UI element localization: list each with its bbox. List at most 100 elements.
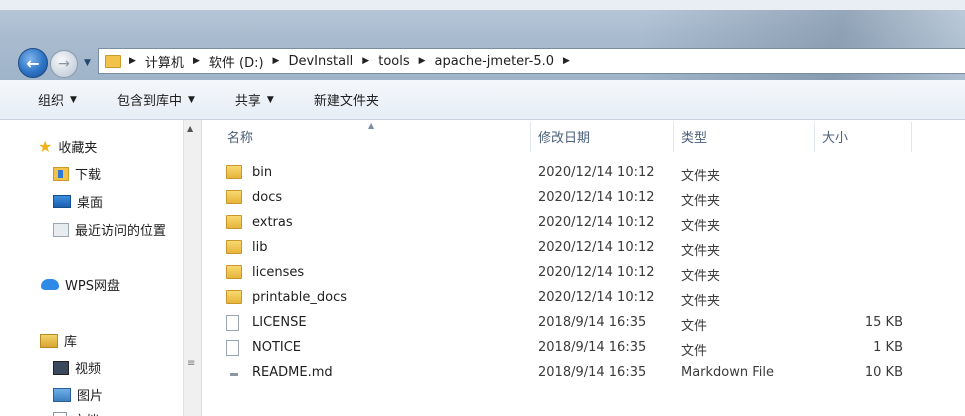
- chevron-right-icon[interactable]: ▶: [362, 56, 369, 66]
- sidebar-item-documents[interactable]: 文档: [53, 410, 99, 416]
- file-row[interactable]: NOTICE 2018/9/14 16:35 文件 1 KB: [203, 336, 965, 361]
- breadcrumb-devinstall[interactable]: DevInstall: [288, 54, 353, 69]
- file-list-view: ▲ 名称 修改日期 类型 大小 bin 2020/12/14 10:12 文件夹…: [203, 120, 965, 416]
- include-in-library-label: 包含到库中: [116, 94, 182, 109]
- file-date: 2020/12/14 10:12: [538, 240, 655, 255]
- column-header-size[interactable]: 大小: [822, 120, 848, 153]
- chevron-right-icon[interactable]: ▶: [563, 56, 570, 66]
- file-type: 文件: [681, 344, 708, 359]
- folder-icon: [226, 190, 242, 204]
- file-type: 文件夹: [681, 194, 721, 209]
- back-button[interactable]: ←: [18, 48, 48, 78]
- address-bar[interactable]: ▶ 计算机 ▶ 软件 (D:) ▶ DevInstall ▶ tools ▶ a…: [98, 48, 965, 74]
- column-name-label: 名称: [227, 131, 254, 146]
- organize-label: 组织: [38, 94, 65, 109]
- file-row[interactable]: extras 2020/12/14 10:12 文件夹: [203, 211, 965, 236]
- download-folder-icon: [53, 166, 69, 181]
- breadcrumb-tools[interactable]: tools: [378, 54, 409, 69]
- sidebar-item-pictures[interactable]: 图片: [53, 385, 103, 404]
- arrow-left-icon: ←: [26, 53, 40, 73]
- folder-icon: [226, 290, 242, 304]
- chevron-right-icon: ▶: [129, 56, 136, 66]
- file-name: README.md: [252, 365, 333, 380]
- file-name: NOTICE: [252, 340, 302, 355]
- window-top-edge: [0, 0, 965, 10]
- forward-button[interactable]: →: [50, 50, 78, 78]
- sidebar-item-recent[interactable]: 最近访问的位置: [53, 220, 166, 239]
- folder-icon: [226, 240, 242, 254]
- column-divider[interactable]: [911, 122, 912, 152]
- breadcrumb-drive[interactable]: 软件 (D:): [209, 52, 264, 71]
- folder-icon: [226, 265, 242, 279]
- file-row[interactable]: docs 2020/12/14 10:12 文件夹: [203, 186, 965, 211]
- file-date: 2020/12/14 10:12: [538, 265, 655, 280]
- file-name: licenses: [252, 265, 305, 280]
- file-row[interactable]: README.md 2018/9/14 16:35 Markdown File …: [203, 361, 965, 386]
- sidebar-item-label: 库: [64, 335, 78, 350]
- sidebar-item-wps[interactable]: WPS网盘: [41, 275, 120, 294]
- file-row[interactable]: printable_docs 2020/12/14 10:12 文件夹: [203, 286, 965, 311]
- column-date-label: 修改日期: [538, 131, 591, 146]
- scroll-up-arrow-icon[interactable]: ▲: [187, 124, 193, 133]
- column-header-type[interactable]: 类型: [681, 120, 707, 153]
- sidebar-item-label: 最近访问的位置: [75, 224, 167, 239]
- file-row[interactable]: bin 2020/12/14 10:12 文件夹: [203, 161, 965, 186]
- chevron-right-icon[interactable]: ▶: [273, 56, 280, 66]
- file-size: 1 KB: [873, 340, 903, 355]
- file-date: 2018/9/14 16:35: [538, 365, 647, 380]
- include-in-library-button[interactable]: 包含到库中 ▼: [117, 90, 195, 109]
- sidebar-item-downloads[interactable]: 下载: [53, 164, 101, 183]
- file-name: bin: [252, 165, 273, 180]
- breadcrumb-computer[interactable]: 计算机: [145, 52, 184, 71]
- column-divider[interactable]: [673, 122, 674, 152]
- sidebar-item-libraries[interactable]: 库: [40, 331, 77, 350]
- column-divider[interactable]: [530, 122, 531, 152]
- library-icon: [40, 333, 58, 348]
- file-row[interactable]: licenses 2020/12/14 10:12 文件夹: [203, 261, 965, 286]
- file-type: 文件夹: [681, 219, 721, 234]
- column-header-name[interactable]: 名称: [227, 120, 253, 153]
- file-size: 15 KB: [864, 315, 903, 330]
- scrollbar-grip-icon[interactable]: ≡: [187, 358, 195, 369]
- sort-ascending-icon: ▲: [368, 121, 375, 130]
- file-name: lib: [252, 240, 268, 255]
- sidebar-item-label: 视频: [75, 362, 102, 377]
- file-date: 2018/9/14 16:35: [538, 315, 647, 330]
- file-icon: [226, 315, 239, 331]
- folder-icon: [226, 165, 242, 179]
- sidebar-item-videos[interactable]: 视频: [53, 358, 101, 377]
- command-toolbar: 组织 ▼ 包含到库中 ▼ 共享 ▼ 新建文件夹: [0, 80, 965, 120]
- breadcrumb-jmeter[interactable]: apache-jmeter-5.0: [435, 54, 555, 69]
- recent-pages-dropdown[interactable]: ▼: [84, 58, 91, 68]
- column-divider[interactable]: [814, 122, 815, 152]
- file-name: printable_docs: [252, 290, 347, 305]
- picture-icon: [53, 387, 71, 402]
- share-button[interactable]: 共享 ▼: [235, 90, 274, 109]
- new-folder-button[interactable]: 新建文件夹: [314, 90, 379, 109]
- file-row[interactable]: lib 2020/12/14 10:12 文件夹: [203, 236, 965, 261]
- chevron-right-icon[interactable]: ▶: [193, 56, 200, 66]
- sidebar-item-label: 下载: [75, 168, 102, 183]
- cloud-icon: [41, 279, 59, 290]
- column-header-date[interactable]: 修改日期: [538, 120, 590, 153]
- dropdown-arrow-icon: ▼: [187, 94, 195, 105]
- arrow-right-icon: →: [58, 56, 70, 72]
- file-type: Markdown File: [681, 365, 775, 380]
- sidebar-item-label: 图片: [77, 389, 104, 404]
- file-name: LICENSE: [252, 315, 307, 330]
- organize-menu-button[interactable]: 组织 ▼: [38, 90, 77, 109]
- file-row[interactable]: LICENSE 2018/9/14 16:35 文件 15 KB: [203, 311, 965, 336]
- file-name: docs: [252, 190, 283, 205]
- sidebar-item-favorites[interactable]: ★ 收藏夹: [38, 137, 97, 156]
- dropdown-arrow-icon: ▼: [266, 94, 274, 105]
- chevron-right-icon[interactable]: ▶: [419, 56, 426, 66]
- video-icon: [53, 360, 69, 375]
- file-date: 2020/12/14 10:12: [538, 290, 655, 305]
- sidebar-item-desktop[interactable]: 桌面: [53, 192, 103, 211]
- star-icon: ★: [38, 137, 53, 156]
- breadcrumb-root-arrow[interactable]: ▶: [127, 56, 145, 66]
- navigation-scrollbar[interactable]: ▲ ≡: [183, 120, 201, 416]
- sidebar-item-label: 收藏夹: [58, 141, 98, 156]
- sidebar-item-label: 桌面: [77, 196, 104, 211]
- document-icon: [53, 412, 67, 416]
